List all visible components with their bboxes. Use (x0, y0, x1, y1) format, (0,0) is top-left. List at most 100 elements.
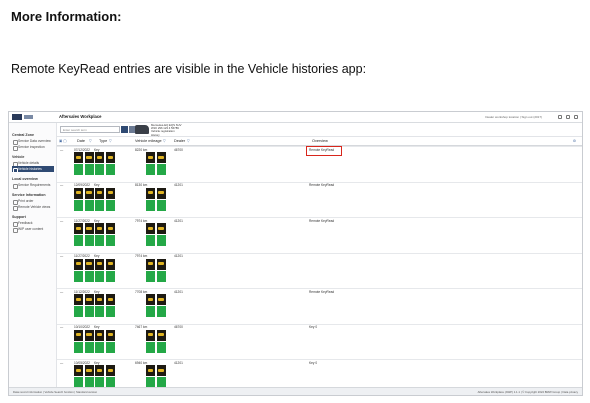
key-status-icon[interactable] (146, 341, 155, 353)
key-photo-icon[interactable] (95, 187, 105, 199)
key-status-icon[interactable] (105, 235, 115, 246)
sidebar-item[interactable]: Remote Vehicle views (12, 204, 56, 211)
mileage-filter-icon[interactable]: ▽ (163, 139, 166, 143)
table-row[interactable]: — 12/09/2022 Key 8130 km 41201 Remote KeyRead (57, 181, 582, 187)
key-photo-icon[interactable] (105, 329, 115, 341)
key-photo-icon[interactable] (84, 329, 94, 341)
key-status-icon[interactable] (84, 341, 94, 353)
key-status-icon[interactable] (74, 306, 83, 317)
row-expand-icon[interactable]: — (60, 325, 63, 329)
sidebar-item[interactable]: Service Requirements (12, 182, 56, 189)
key-status-icon[interactable] (146, 235, 155, 246)
dealer-filter-icon[interactable]: ▽ (187, 139, 190, 143)
column-mileage[interactable]: Vehicle mileage (135, 139, 162, 143)
key-photo-icon[interactable] (105, 152, 115, 163)
table-options-icon[interactable]: ▣ ▢ (59, 139, 67, 143)
column-type[interactable]: Type (99, 139, 107, 143)
row-expand-icon[interactable]: — (60, 290, 63, 294)
help-icon[interactable] (574, 115, 578, 119)
key-status-icon[interactable] (84, 164, 94, 175)
type-filter-icon[interactable]: ▽ (109, 139, 112, 143)
key-photo-icon[interactable] (95, 152, 105, 163)
key-photo-icon[interactable] (105, 258, 115, 270)
key-photo-icon[interactable] (146, 223, 155, 234)
key-photo-icon[interactable] (74, 258, 83, 270)
key-photo-icon[interactable] (95, 223, 105, 234)
key-status-icon[interactable] (95, 164, 105, 175)
key-photo-icon[interactable] (105, 365, 115, 376)
sidebar-item[interactable]: WIP user content (12, 226, 56, 233)
key-status-icon[interactable] (156, 199, 166, 211)
key-photo-icon[interactable] (146, 152, 155, 163)
key-status-icon[interactable] (156, 341, 166, 353)
column-dealer[interactable]: Dealer (174, 139, 185, 143)
date-filter-icon[interactable]: ▽ (89, 139, 92, 143)
sidebar-item[interactable]: Service inspection (12, 144, 56, 151)
key-status-icon[interactable] (105, 199, 115, 211)
key-photo-icon[interactable] (146, 258, 155, 270)
sidebar-item[interactable]: Vehicle histories (12, 166, 54, 173)
search-button[interactable] (121, 126, 128, 133)
key-photo-icon[interactable] (95, 258, 105, 270)
key-photo-icon[interactable] (105, 294, 115, 305)
key-photo-icon[interactable] (146, 294, 155, 305)
key-photo-icon[interactable] (74, 187, 83, 199)
key-photo-icon[interactable] (146, 187, 155, 199)
key-status-icon[interactable] (146, 199, 155, 211)
key-photo-icon[interactable] (146, 329, 155, 341)
key-status-icon[interactable] (95, 306, 105, 317)
table-row[interactable]: — 10/05/2022 Key 6940 km 41201 Key 0 (57, 359, 582, 365)
user-icon[interactable] (566, 115, 570, 119)
key-status-icon[interactable] (105, 306, 115, 317)
table-row[interactable]: — 10/10/2022 Key 7467 km 46700 Key 0 (57, 323, 582, 329)
key-photo-icon[interactable] (95, 294, 105, 305)
key-photo-icon[interactable] (84, 223, 94, 234)
key-photo-icon[interactable] (74, 223, 83, 234)
key-photo-icon[interactable] (84, 294, 94, 305)
key-photo-icon[interactable] (95, 365, 105, 376)
key-photo-icon[interactable] (156, 365, 166, 376)
key-photo-icon[interactable] (156, 258, 166, 270)
key-photo-icon[interactable] (105, 187, 115, 199)
search-input[interactable]: Enter search term (60, 126, 120, 133)
key-status-icon[interactable] (105, 270, 115, 282)
key-photo-icon[interactable] (74, 294, 83, 305)
key-status-icon[interactable] (95, 199, 105, 211)
key-photo-icon[interactable] (156, 329, 166, 341)
key-photo-icon[interactable] (84, 258, 94, 270)
key-status-icon[interactable] (95, 235, 105, 246)
key-photo-icon[interactable] (95, 329, 105, 341)
key-photo-icon[interactable] (74, 152, 83, 163)
column-overview[interactable]: Overview (312, 139, 328, 143)
key-status-icon[interactable] (95, 270, 105, 282)
key-photo-icon[interactable] (146, 365, 155, 376)
key-status-icon[interactable] (146, 306, 155, 317)
key-status-icon[interactable] (74, 341, 83, 353)
key-status-icon[interactable] (74, 270, 83, 282)
row-expand-icon[interactable]: — (60, 183, 63, 187)
column-settings-icon[interactable]: ⚙ (573, 139, 576, 143)
key-status-icon[interactable] (156, 164, 166, 175)
key-status-icon[interactable] (74, 235, 83, 246)
key-photo-icon[interactable] (84, 365, 94, 376)
key-photo-icon[interactable] (74, 365, 83, 376)
key-status-icon[interactable] (84, 270, 94, 282)
key-photo-icon[interactable] (84, 187, 94, 199)
table-row[interactable]: — 11/27/2022 Key 7974 km 41201 (57, 252, 582, 258)
key-photo-icon[interactable] (84, 152, 94, 163)
column-date[interactable]: Date (77, 139, 85, 143)
row-expand-icon[interactable]: — (60, 219, 63, 223)
row-expand-icon[interactable]: — (60, 148, 63, 152)
row-expand-icon[interactable]: — (60, 254, 63, 258)
key-status-icon[interactable] (74, 164, 83, 175)
table-row[interactable]: — 11/27/2022 Key 7974 km 41201 Remote KeyRead (57, 217, 582, 223)
key-photo-icon[interactable] (156, 294, 166, 305)
key-status-icon[interactable] (74, 199, 83, 211)
key-photo-icon[interactable] (105, 223, 115, 234)
key-status-icon[interactable] (156, 235, 166, 246)
key-status-icon[interactable] (105, 341, 115, 353)
key-status-icon[interactable] (156, 306, 166, 317)
key-photo-icon[interactable] (156, 187, 166, 199)
row-expand-icon[interactable]: — (60, 361, 63, 365)
key-status-icon[interactable] (146, 164, 155, 175)
